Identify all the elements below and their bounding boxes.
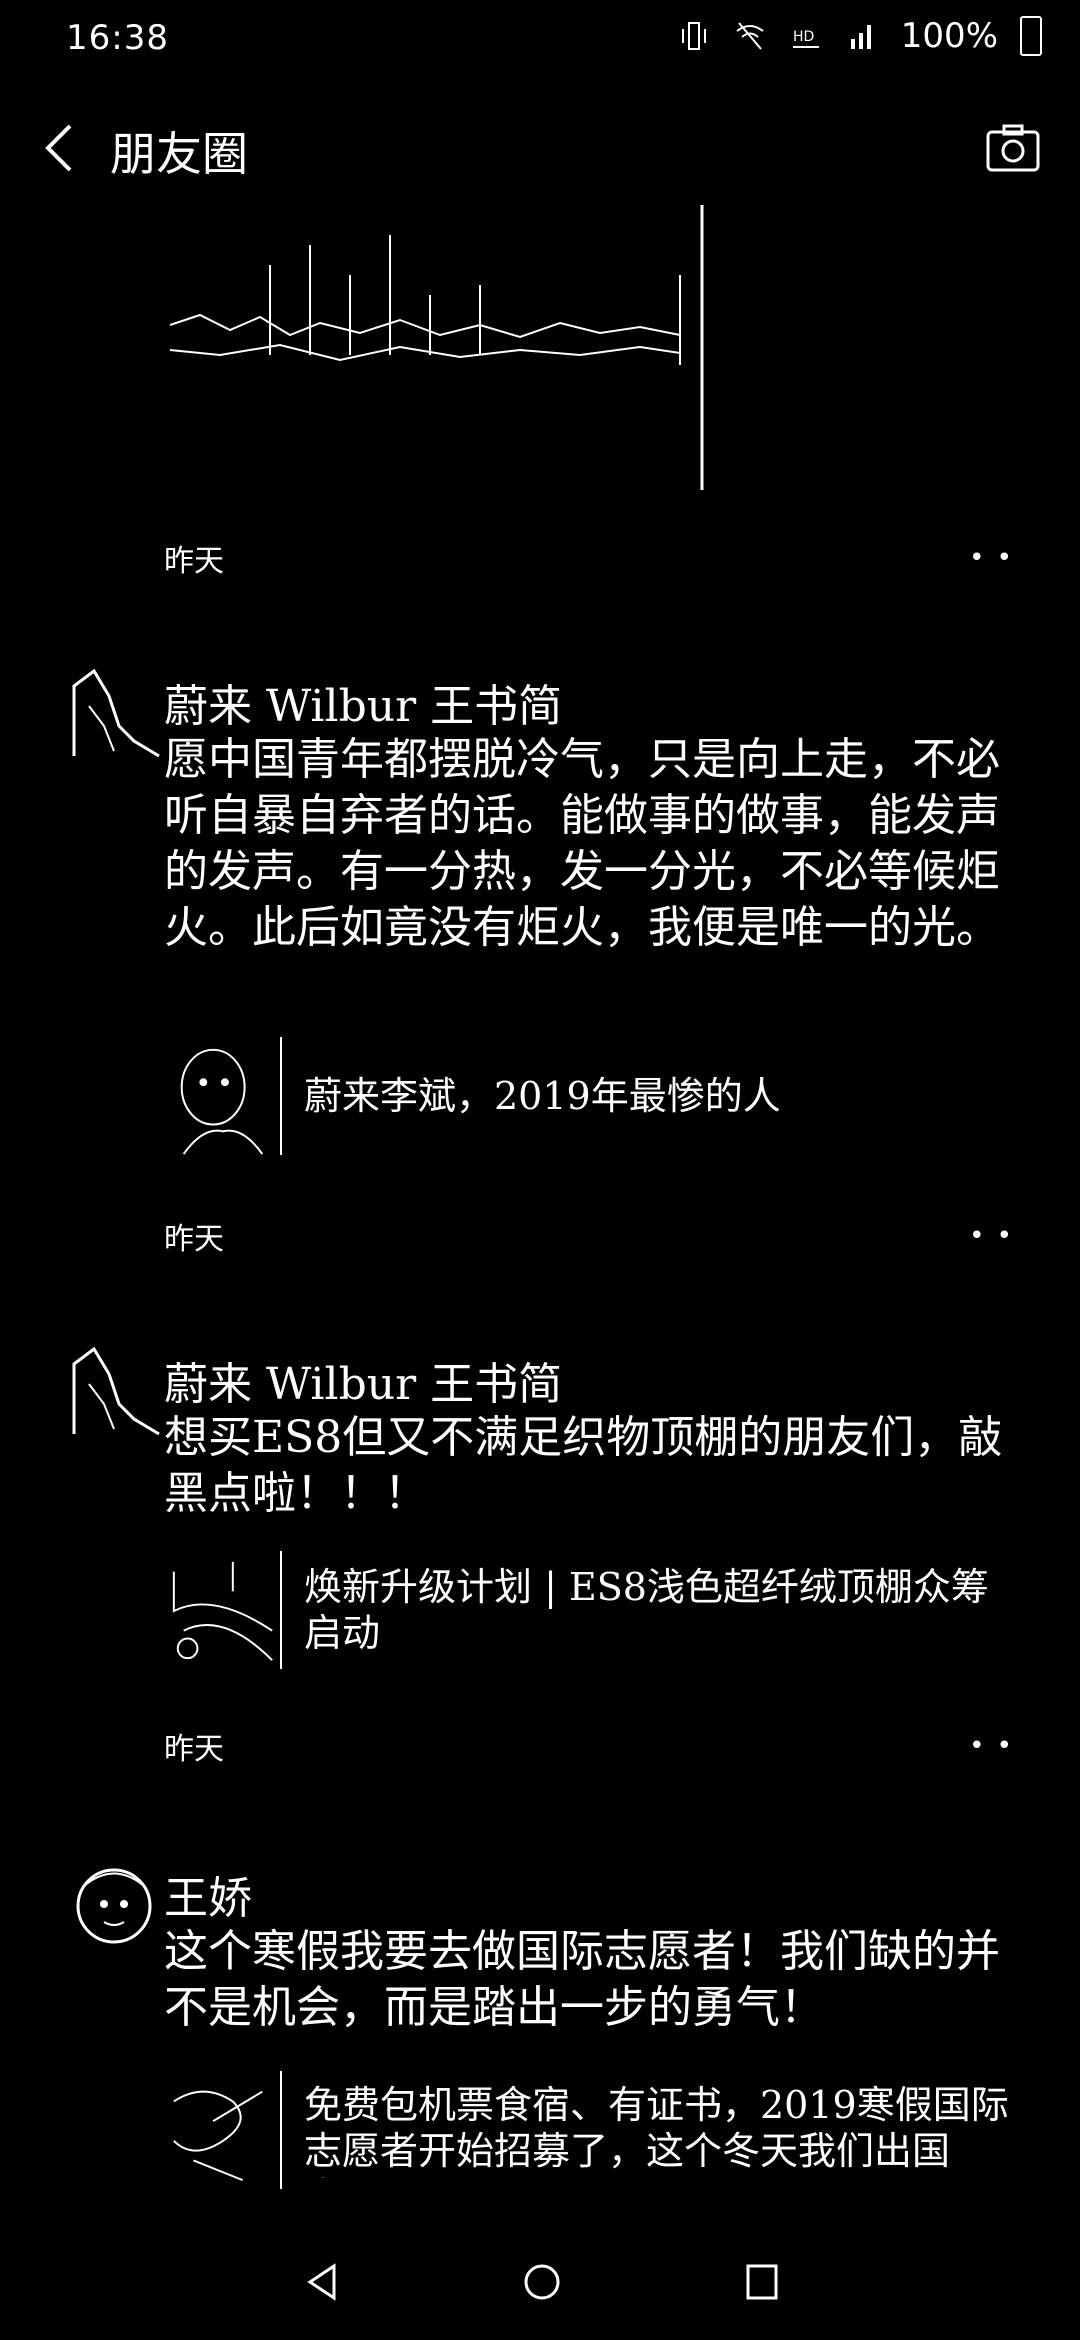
more-button[interactable]: • • bbox=[959, 1217, 1024, 1255]
wifi-off-icon bbox=[736, 22, 764, 50]
app-header: 朋友圈 bbox=[0, 100, 1080, 200]
link-title: 免费包机票食宿、有证书，2019寒假国际志愿者开始招募了，这个冬天我们出国去..… bbox=[304, 2083, 1009, 2178]
link-card[interactable]: 焕新升级计划 | ES8浅色超纤绒顶棚众筹启动 bbox=[164, 1550, 1024, 1670]
battery-icon bbox=[1020, 16, 1042, 56]
camera-icon[interactable] bbox=[984, 122, 1042, 174]
post-time: 昨天 bbox=[164, 544, 224, 579]
system-nav-bar bbox=[0, 2230, 1080, 2340]
link-title: 蔚来李斌，2019年最惨的人 bbox=[304, 1074, 781, 1118]
post-author[interactable]: 蔚来 Wilbur 王书简 bbox=[164, 670, 562, 734]
post-image[interactable] bbox=[160, 205, 706, 490]
more-button[interactable]: • • bbox=[959, 1727, 1024, 1765]
nav-back-icon[interactable] bbox=[300, 2260, 344, 2304]
link-title: 焕新升级计划 | ES8浅色超纤绒顶棚众筹启动 bbox=[304, 1565, 989, 1655]
nav-home-icon[interactable] bbox=[520, 2260, 564, 2304]
avatar[interactable] bbox=[64, 1856, 164, 1956]
status-bar: 16:38 HD 100% bbox=[0, 0, 1080, 80]
link-thumbnail bbox=[172, 1551, 282, 1669]
more-button[interactable]: • • bbox=[959, 539, 1024, 577]
svg-text:HD: HD bbox=[793, 29, 814, 45]
post-meta-row: 昨天 • • bbox=[164, 1214, 1024, 1258]
post-author[interactable]: 蔚来 Wilbur 王书简 bbox=[164, 1348, 562, 1412]
link-card[interactable]: 蔚来李斌，2019年最惨的人 bbox=[164, 1036, 1024, 1156]
back-button[interactable] bbox=[36, 118, 86, 178]
avatar[interactable] bbox=[64, 666, 164, 766]
status-icons: HD 100% bbox=[677, 16, 1042, 56]
post-meta-row: 昨天 • • bbox=[164, 536, 1024, 580]
page-title: 朋友圈 bbox=[110, 127, 248, 181]
post-author[interactable]: 王娇 bbox=[164, 1862, 252, 1926]
status-time: 16:38 bbox=[66, 18, 169, 58]
post-text: 愿中国青年都摆脱冷气，只是向上走，不必听自暴自弃者的话。能做事的做事，能发声的发… bbox=[164, 734, 1000, 953]
vibrate-icon bbox=[681, 22, 706, 50]
battery-percent: 100% bbox=[900, 16, 998, 56]
signal-icon bbox=[850, 25, 871, 49]
post-meta-row: 昨天 • • bbox=[164, 1724, 1024, 1768]
post-text: 这个寒假我要去做国际志愿者！我们缺的并不是机会，而是踏出一步的勇气！ bbox=[164, 1926, 1000, 2033]
link-thumbnail bbox=[180, 1037, 282, 1155]
link-card[interactable]: 免费包机票食宿、有证书，2019寒假国际志愿者开始招募了，这个冬天我们出国去..… bbox=[164, 2070, 1024, 2190]
avatar[interactable] bbox=[64, 1344, 164, 1444]
link-thumbnail bbox=[173, 2071, 282, 2189]
post-time: 昨天 bbox=[164, 1732, 224, 1767]
hd-signal-icon: HD bbox=[792, 29, 819, 48]
post-time: 昨天 bbox=[164, 1222, 224, 1257]
nav-recent-icon[interactable] bbox=[742, 2260, 782, 2304]
post-text: 想买ES8但又不满足织物顶棚的朋友们，敲黑点啦！！！ bbox=[164, 1412, 1003, 1519]
